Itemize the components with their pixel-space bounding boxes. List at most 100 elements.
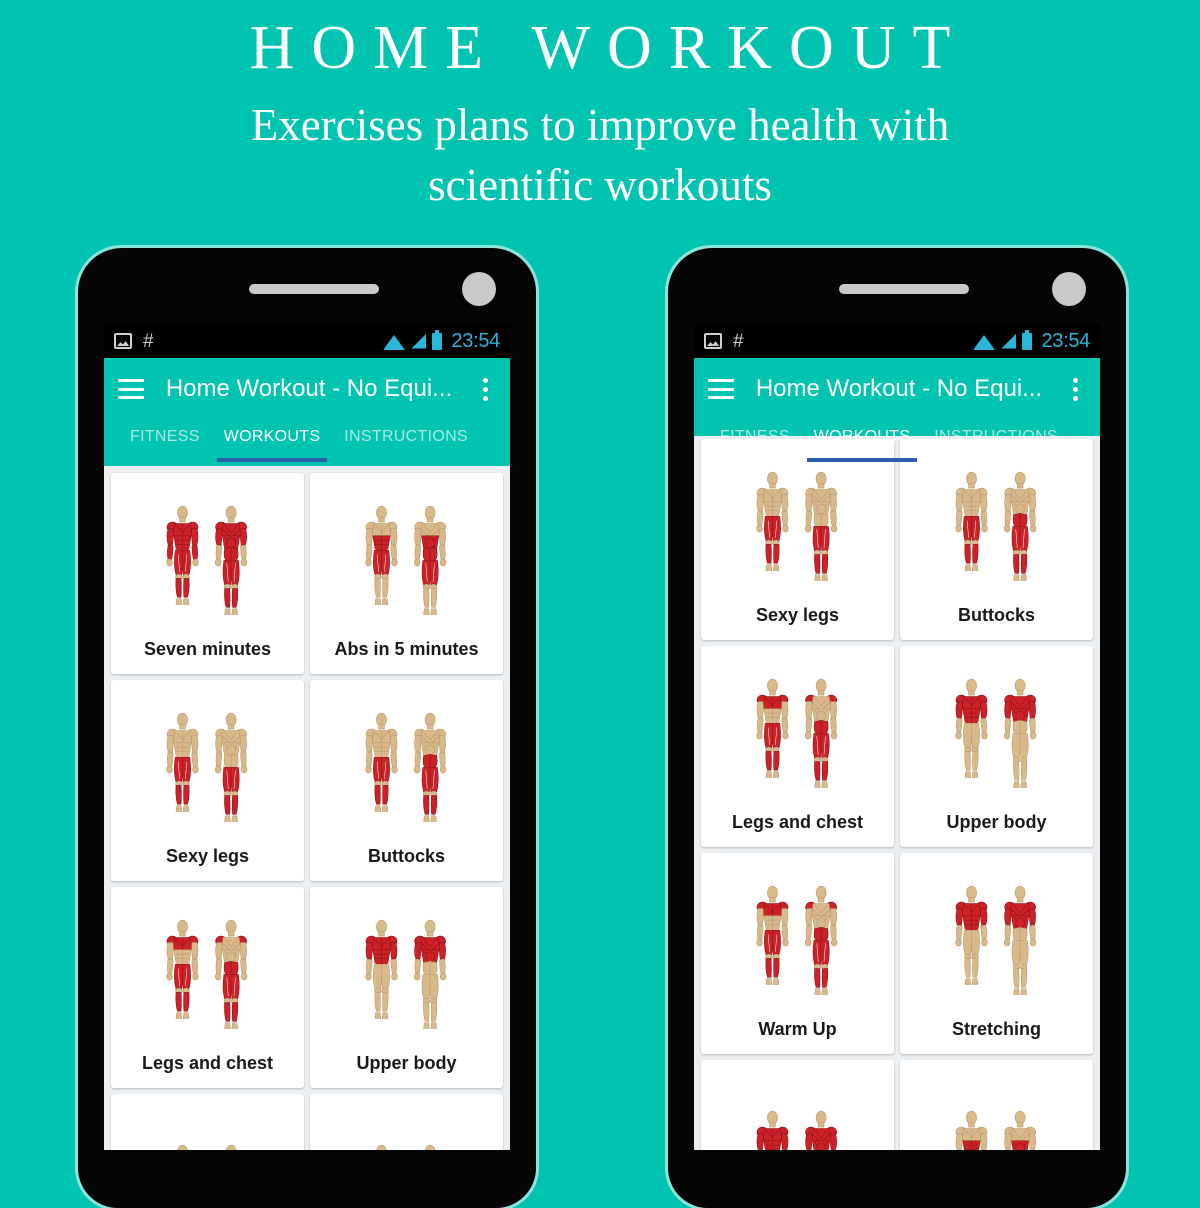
tab-fitness[interactable]: FITNESS	[708, 426, 802, 462]
workout-card-label: Sexy legs	[755, 605, 840, 625]
muscle-diagram-wrap	[701, 1060, 894, 1150]
muscle-diagram	[755, 678, 837, 788]
phone-left: # 23:54 Home Workout - No Equi... FITNES…	[78, 248, 536, 1208]
workout-grid[interactable]: Sexy legs Buttocks Legs and chest Upper …	[694, 436, 1100, 1150]
app-bar: Home Workout - No Equi...	[694, 358, 1100, 420]
workout-card[interactable]	[310, 1094, 503, 1150]
muscle-diagram-wrap	[900, 1060, 1093, 1150]
workout-card[interactable]: Warm Up	[701, 853, 894, 1054]
hash-icon: #	[733, 330, 744, 352]
earpiece-speaker	[839, 284, 969, 294]
workout-card-label: Upper body	[946, 812, 1047, 832]
muscle-diagram	[165, 919, 247, 1029]
phone-screen: # 23:54 Home Workout - No Equi... FITNES…	[694, 324, 1100, 1150]
muscle-diagram	[165, 505, 247, 615]
signal-icon	[1001, 333, 1017, 349]
workout-card[interactable]: Buttocks	[310, 680, 503, 881]
hamburger-icon[interactable]	[118, 379, 144, 399]
workout-card[interactable]: Sexy legs	[701, 439, 894, 640]
workout-card[interactable]: Seven minutes	[111, 473, 304, 674]
app-bar: Home Workout - No Equi...	[104, 358, 510, 420]
muscle-diagram-wrap	[310, 887, 503, 1053]
hamburger-icon[interactable]	[708, 379, 734, 399]
muscle-diagram	[954, 678, 1036, 788]
muscle-diagram-wrap	[900, 439, 1093, 605]
tab-bar: FITNESS WORKOUTS INSTRUCTIONS	[694, 420, 1100, 466]
muscle-diagram	[364, 919, 446, 1029]
battery-icon	[432, 329, 443, 350]
muscle-diagram-wrap	[701, 646, 894, 812]
muscle-diagram	[755, 885, 837, 995]
tab-fitness[interactable]: FITNESS	[118, 426, 212, 462]
workout-card-label: Upper body	[356, 1053, 457, 1073]
wifi-icon	[383, 334, 406, 350]
muscle-diagram-wrap	[701, 439, 894, 605]
muscle-diagram-wrap	[900, 646, 1093, 812]
muscle-diagram	[375, 1144, 435, 1150]
front-camera	[462, 272, 496, 306]
image-icon	[704, 333, 722, 349]
workout-card-label: Legs and chest	[731, 812, 864, 832]
workout-card[interactable]: Upper body	[900, 646, 1093, 847]
workout-card[interactable]: Legs and chest	[111, 887, 304, 1088]
overflow-menu-icon[interactable]	[1064, 377, 1086, 401]
signal-icon	[411, 333, 427, 349]
image-icon	[114, 333, 132, 349]
front-camera	[1052, 272, 1086, 306]
status-bar: # 23:54	[694, 324, 1100, 358]
page-subtitle: Exercises plans to improve health with s…	[250, 100, 950, 210]
muscle-diagram	[756, 1110, 837, 1150]
workout-card-label: Buttocks	[957, 605, 1035, 625]
workout-card[interactable]: Legs and chest	[701, 646, 894, 847]
workout-card[interactable]: Stretching	[900, 853, 1093, 1054]
muscle-diagram-wrap	[310, 1094, 503, 1150]
muscle-diagram	[954, 471, 1036, 581]
wifi-icon	[973, 334, 996, 350]
tab-workouts[interactable]: WORKOUTS	[802, 426, 923, 462]
muscle-diagram	[955, 1110, 1036, 1150]
muscle-diagram	[165, 712, 247, 822]
workout-card[interactable]: Upper body	[310, 887, 503, 1088]
battery-icon	[1022, 329, 1033, 350]
workout-card-label: Warm Up	[758, 1019, 837, 1039]
workout-card[interactable]	[701, 1060, 894, 1150]
muscle-diagram	[364, 505, 446, 615]
workout-card-label: Seven minutes	[143, 639, 272, 659]
muscle-diagram-wrap	[900, 853, 1093, 1019]
muscle-diagram	[755, 471, 837, 581]
workout-card-label: Stretching	[951, 1019, 1041, 1039]
workout-card[interactable]	[900, 1060, 1093, 1150]
phone-screen: # 23:54 Home Workout - No Equi... FITNES…	[104, 324, 510, 1150]
muscle-diagram-wrap	[111, 680, 304, 846]
muscle-diagram	[176, 1144, 236, 1150]
tab-bar: FITNESS WORKOUTS INSTRUCTIONS	[104, 420, 510, 466]
status-bar: # 23:54	[104, 324, 510, 358]
muscle-diagram-wrap	[310, 473, 503, 639]
status-bar-clock: 23:54	[451, 329, 500, 352]
app-bar-title: Home Workout - No Equi...	[165, 375, 453, 402]
workout-grid[interactable]: Seven minutes Abs in 5 minutes Sexy legs…	[104, 466, 510, 1150]
earpiece-speaker	[249, 284, 379, 294]
workout-card-label: Buttocks	[367, 846, 445, 866]
workout-card[interactable]: Abs in 5 minutes	[310, 473, 503, 674]
muscle-diagram-wrap	[111, 1094, 304, 1150]
workout-card-label: Legs and chest	[141, 1053, 274, 1073]
hash-icon: #	[143, 330, 154, 352]
muscle-diagram-wrap	[701, 853, 894, 1019]
status-bar-clock: 23:54	[1041, 329, 1090, 352]
promo-header: HOME WORKOUT Exercises plans to improve …	[0, 0, 1200, 215]
muscle-diagram-wrap	[111, 887, 304, 1053]
tab-instructions[interactable]: INSTRUCTIONS	[922, 426, 1070, 462]
workout-card[interactable]	[111, 1094, 304, 1150]
tab-instructions[interactable]: INSTRUCTIONS	[332, 426, 480, 462]
tab-workouts[interactable]: WORKOUTS	[212, 426, 333, 462]
workout-card[interactable]: Sexy legs	[111, 680, 304, 881]
workout-card[interactable]: Buttocks	[900, 439, 1093, 640]
muscle-diagram	[364, 712, 446, 822]
muscle-diagram-wrap	[111, 473, 304, 639]
overflow-menu-icon[interactable]	[474, 377, 496, 401]
workout-card-label: Abs in 5 minutes	[334, 639, 479, 659]
muscle-diagram	[954, 885, 1036, 995]
muscle-diagram-wrap	[310, 680, 503, 846]
phone-right: # 23:54 Home Workout - No Equi... FITNES…	[668, 248, 1126, 1208]
